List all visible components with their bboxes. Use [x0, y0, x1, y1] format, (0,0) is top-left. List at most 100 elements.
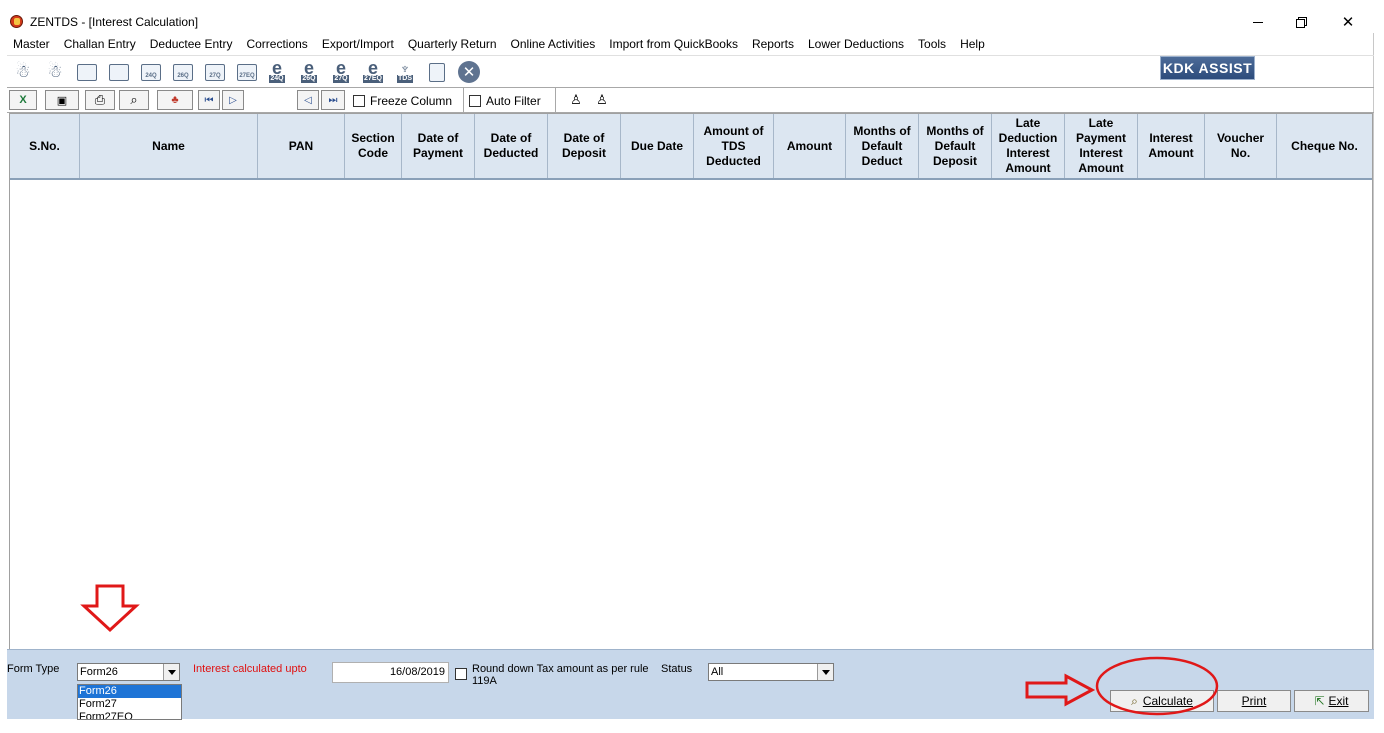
- form-type-option[interactable]: Form27EQ: [78, 711, 181, 719]
- status-value: All: [711, 666, 724, 678]
- auto-filter-label: Auto Filter: [486, 94, 541, 108]
- col-cheque-no[interactable]: Cheque No.: [1277, 114, 1372, 178]
- restore-button[interactable]: [1278, 11, 1324, 33]
- first-record-button[interactable]: ⏮: [198, 90, 220, 110]
- bottom-panel: Form Type Form26 Form26 Form27 Form27EQ …: [7, 649, 1374, 720]
- col-months-deposit[interactable]: Months of Default Deposit: [919, 114, 992, 178]
- tree-button[interactable]: ♣: [157, 90, 193, 110]
- col-months-deduct[interactable]: Months of Default Deduct: [846, 114, 919, 178]
- auto-filter-checkbox[interactable]: [469, 95, 481, 107]
- form-type-options: Form26 Form27 Form27EQ: [77, 684, 182, 720]
- form-27eq-icon[interactable]: 27EQ: [235, 60, 259, 84]
- col-pan[interactable]: PAN: [258, 114, 345, 178]
- window-title: ZENTDS - [Interest Calculation]: [30, 15, 199, 29]
- form-24q-icon[interactable]: 24Q: [139, 60, 163, 84]
- user-filter-button[interactable]: ♙: [591, 90, 613, 110]
- find-button[interactable]: ⌕: [119, 90, 149, 110]
- print-button[interactable]: Print: [1217, 690, 1291, 712]
- form-type-option[interactable]: Form27: [78, 698, 181, 711]
- form-type-dropdown-button[interactable]: [163, 664, 179, 680]
- last-record-button[interactable]: ⏭: [321, 90, 345, 110]
- menu-master[interactable]: Master: [13, 37, 50, 51]
- hierarchy-icon: ♣: [171, 94, 179, 106]
- menu-reports[interactable]: Reports: [752, 37, 794, 51]
- exit-toolbar-icon[interactable]: ✕: [457, 60, 481, 84]
- col-late-payment[interactable]: Late Payment Interest Amount: [1065, 114, 1138, 178]
- deductor-icon[interactable]: ☃: [11, 60, 35, 84]
- menu-quarterly-return[interactable]: Quarterly Return: [408, 37, 497, 51]
- form-26q-icon[interactable]: 26Q: [171, 60, 195, 84]
- form-type-select[interactable]: Form26: [77, 663, 180, 681]
- eform-26q-icon[interactable]: e 26Q: [297, 59, 321, 84]
- col-amount-tds[interactable]: Amount of TDS Deducted: [694, 114, 774, 178]
- col-due-date[interactable]: Due Date: [621, 114, 694, 178]
- eform-27eq-icon[interactable]: e 27EQ: [361, 59, 385, 84]
- prev-record-button[interactable]: ◁: [297, 90, 319, 110]
- menu-export-import[interactable]: Export/Import: [322, 37, 394, 51]
- close-icon: ✕: [1341, 14, 1355, 31]
- eform-24q-icon[interactable]: e 24Q: [265, 59, 289, 84]
- calculate-button[interactable]: ⌕ Calculate: [1110, 690, 1214, 712]
- interest-upto-label: Interest calculated upto: [193, 663, 307, 675]
- monitor-icon: ▣: [56, 94, 68, 107]
- divider: [555, 88, 556, 112]
- menu-corrections[interactable]: Corrections: [246, 37, 307, 51]
- user-search-button[interactable]: ♙: [565, 90, 587, 110]
- menu-deductee-entry[interactable]: Deductee Entry: [150, 37, 233, 51]
- col-date-deducted[interactable]: Date of Deducted: [475, 114, 548, 178]
- minimize-button[interactable]: [1235, 11, 1281, 33]
- menu-import-quickbooks[interactable]: Import from QuickBooks: [609, 37, 738, 51]
- kdk-assist-button[interactable]: KDK ASSIST: [1160, 56, 1255, 80]
- auto-filter-toggle[interactable]: Auto Filter: [469, 91, 541, 111]
- menu-help[interactable]: Help: [960, 37, 985, 51]
- clipboard-icon[interactable]: [425, 60, 449, 84]
- minimize-icon: [1253, 21, 1263, 23]
- menu-challan-entry[interactable]: Challan Entry: [64, 37, 136, 51]
- col-voucher-no[interactable]: Voucher No.: [1205, 114, 1277, 178]
- freeze-column-toggle[interactable]: Freeze Column: [353, 91, 452, 111]
- tds-icon[interactable]: ♆ TDS: [393, 60, 417, 84]
- title-bar: ZENTDS - [Interest Calculation] ✕: [7, 10, 1374, 33]
- export-button[interactable]: ▣: [45, 90, 79, 110]
- print-toolbar-button[interactable]: ⎙: [85, 90, 115, 110]
- col-section-code[interactable]: Section Code: [345, 114, 402, 178]
- form-type-option[interactable]: Form26: [78, 685, 181, 698]
- status-select[interactable]: All: [708, 663, 834, 681]
- eform-27q-icon[interactable]: e 27Q: [329, 59, 353, 84]
- menu-online-activities[interactable]: Online Activities: [511, 37, 596, 51]
- status-label: Status: [661, 663, 693, 675]
- col-amount[interactable]: Amount: [774, 114, 846, 178]
- person-form2-icon[interactable]: [107, 60, 131, 84]
- col-late-deduction[interactable]: Late Deduction Interest Amount: [992, 114, 1065, 178]
- group-icon: ☃: [47, 62, 63, 81]
- form-27q-icon[interactable]: 27Q: [203, 60, 227, 84]
- col-name[interactable]: Name: [80, 114, 258, 178]
- people-icon: ☃: [15, 62, 31, 81]
- status-dropdown-button[interactable]: [817, 664, 833, 680]
- round-down-checkbox[interactable]: [455, 668, 467, 680]
- form-type-label: Form Type: [7, 663, 60, 675]
- menu-lower-deductions[interactable]: Lower Deductions: [808, 37, 904, 51]
- user-filter-icon: ♙: [596, 92, 608, 107]
- excel-export-button[interactable]: X: [9, 90, 37, 110]
- close-window-button[interactable]: ✕: [1325, 11, 1371, 33]
- menu-bar: Master Challan Entry Deductee Entry Corr…: [7, 34, 1374, 54]
- person-form-icon[interactable]: [75, 60, 99, 84]
- col-interest-amount[interactable]: Interest Amount: [1138, 114, 1205, 178]
- grid-header: S.No. Name PAN Section Code Date of Paym…: [10, 114, 1372, 180]
- divider: [463, 88, 464, 112]
- deductees-icon[interactable]: ☃: [43, 60, 67, 84]
- app-logo-icon: [10, 15, 23, 28]
- restore-icon: [1296, 17, 1307, 28]
- interest-date-input[interactable]: 16/08/2019: [332, 662, 449, 683]
- freeze-column-checkbox[interactable]: [353, 95, 365, 107]
- col-date-payment[interactable]: Date of Payment: [402, 114, 475, 178]
- next-record-button[interactable]: ▷: [222, 90, 244, 110]
- interest-grid: S.No. Name PAN Section Code Date of Paym…: [9, 113, 1373, 650]
- exit-button[interactable]: ⇱ Exit: [1294, 690, 1369, 712]
- user-search-icon: ♙: [570, 92, 582, 107]
- menu-tools[interactable]: Tools: [918, 37, 946, 51]
- col-date-deposit[interactable]: Date of Deposit: [548, 114, 621, 178]
- col-sno[interactable]: S.No.: [10, 114, 80, 178]
- search-icon: ⌕: [130, 92, 138, 107]
